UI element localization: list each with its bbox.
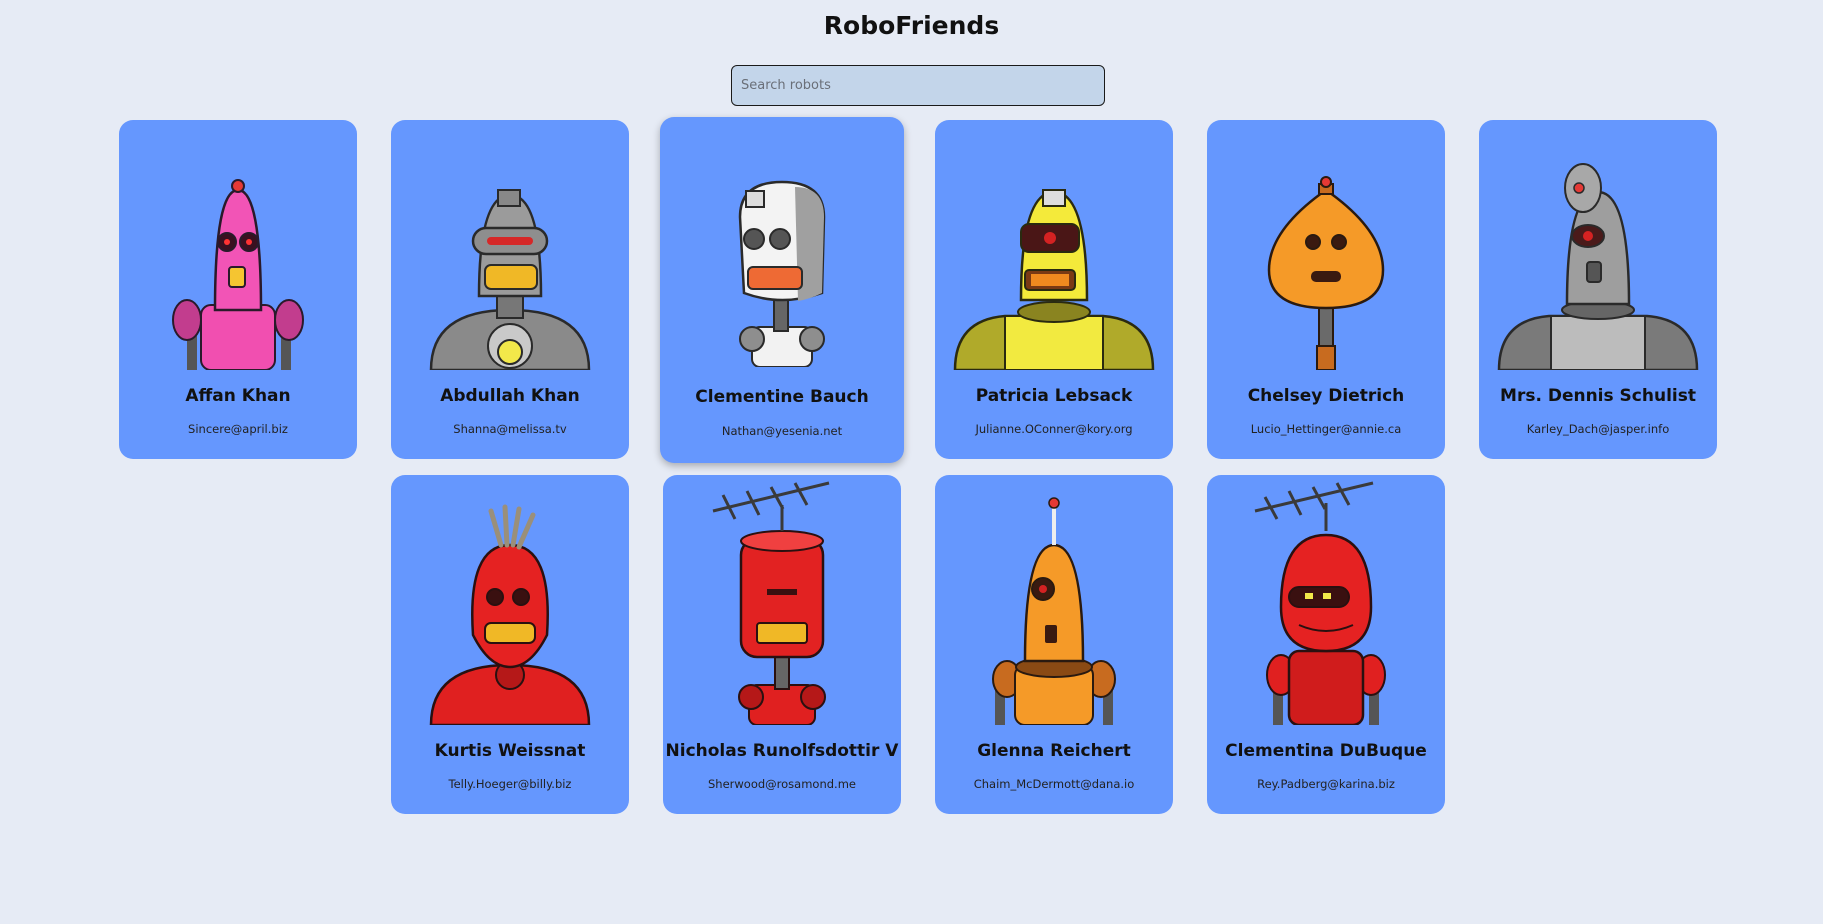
gray-robot-dish-icon xyxy=(1497,163,1699,370)
robot-name: Patricia Lebsack xyxy=(975,386,1133,406)
robot-card[interactable]: Glenna Reichert Chaim_McDermott@dana.io xyxy=(935,475,1173,814)
robot-card[interactable]: Patricia Lebsack Julianne.OConner@kory.o… xyxy=(935,120,1173,459)
robot-card[interactable]: Chelsey Dietrich Lucio_Hettinger@annie.c… xyxy=(1207,120,1445,459)
robot-name: Abdullah Khan xyxy=(440,386,580,406)
robot-name: Nicholas Runolfsdottir V xyxy=(665,741,899,761)
robot-email: Julianne.OConner@kory.org xyxy=(975,422,1133,436)
robot-email: Lucio_Hettinger@annie.ca xyxy=(1250,422,1402,436)
robot-name: Glenna Reichert xyxy=(977,741,1131,761)
robot-card[interactable]: Clementine Bauch Nathan@yesenia.net xyxy=(660,117,904,463)
robot-name: Kurtis Weissnat xyxy=(434,741,586,761)
robot-name: Clementina DuBuque xyxy=(1225,741,1427,761)
robot-card[interactable]: Clementina DuBuque Rey.Padberg@karina.bi… xyxy=(1207,475,1445,814)
robot-email: Karley_Dach@jasper.info xyxy=(1526,422,1670,436)
robot-email: Sherwood@rosamond.me xyxy=(708,777,856,791)
robot-email: Sincere@april.biz xyxy=(188,422,288,436)
robot-card[interactable]: Mrs. Dennis Schulist Karley_Dach@jasper.… xyxy=(1479,120,1717,459)
search-input[interactable] xyxy=(731,65,1105,106)
pink-robot-icon xyxy=(172,179,304,370)
robot-email: Shanna@melissa.tv xyxy=(453,422,567,436)
orange-robot-cyclops-icon xyxy=(992,497,1116,725)
yellow-robot-icon xyxy=(953,189,1155,370)
robot-name: Chelsey Dietrich xyxy=(1247,386,1405,406)
robot-name: Affan Khan xyxy=(185,386,291,406)
robot-card[interactable]: Kurtis Weissnat Telly.Hoeger@billy.biz xyxy=(391,475,629,814)
page-title: RoboFriends xyxy=(823,11,1000,40)
red-robot-helmet-icon xyxy=(1254,481,1386,725)
robot-name: Mrs. Dennis Schulist xyxy=(1500,386,1696,406)
robot-card[interactable]: Nicholas Runolfsdottir V Sherwood@rosamo… xyxy=(663,475,901,814)
red-robot-icon xyxy=(429,504,591,725)
white-robot-icon xyxy=(738,180,826,367)
robot-card[interactable]: Abdullah Khan Shanna@melissa.tv xyxy=(391,120,629,459)
robot-email: Telly.Hoeger@billy.biz xyxy=(448,777,572,791)
robot-email: Chaim_McDermott@dana.io xyxy=(973,777,1135,791)
robot-card[interactable]: Affan Khan Sincere@april.biz xyxy=(119,120,357,459)
gray-robot-visor-icon xyxy=(429,189,591,370)
orange-robot-icon xyxy=(1267,176,1385,370)
red-robot-antenna-icon xyxy=(712,481,830,725)
robot-email: Rey.Padberg@karina.biz xyxy=(1257,777,1395,791)
robot-name: Clementine Bauch xyxy=(695,387,869,407)
robot-email: Nathan@yesenia.net xyxy=(721,424,843,438)
